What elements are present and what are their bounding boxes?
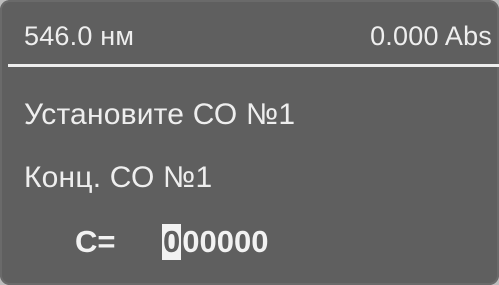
concentration-label: C= [75, 224, 116, 259]
instrument-display: 546.0 нм 0.000 Abs Установите СО №1 Конц… [0, 0, 499, 285]
instruction-install-standard: Установите СО №1 [24, 98, 296, 131]
standard-concentration-label: Конц. СО №1 [24, 161, 213, 194]
concentration-entry-row: C= 0 00000 [0, 224, 499, 269]
wavelength-readout: 546.0 нм [24, 21, 135, 51]
status-bar: 546.0 нм 0.000 Abs [0, 0, 499, 63]
concentration-digits: 00000 [182, 224, 269, 259]
concentration-input[interactable]: 0 00000 [162, 224, 268, 260]
status-divider [8, 64, 499, 67]
absorbance-readout: 0.000 Abs [370, 21, 492, 51]
cursor-digit[interactable]: 0 [162, 224, 182, 260]
